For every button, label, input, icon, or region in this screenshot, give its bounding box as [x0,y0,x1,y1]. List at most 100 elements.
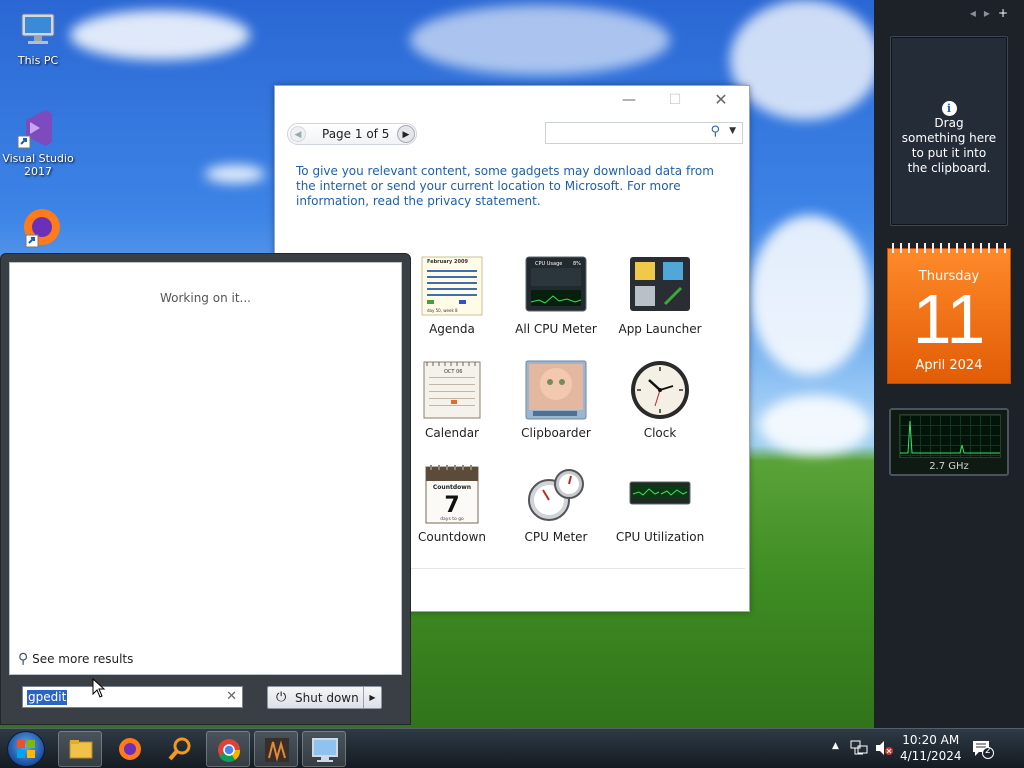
clock-icon [629,360,691,420]
notification-count: 2 [985,746,991,756]
gadget-app-launcher[interactable]: App Launcher [610,256,710,336]
divider [411,568,745,569]
gadget-label: Clock [643,426,677,440]
cloud [410,5,670,75]
app-launcher-icon [629,256,691,316]
gadget-cpu-utilization[interactable]: CPU Utilization [610,464,710,544]
cpu-frequency: 2.7 GHz [929,461,969,472]
cpu-meter-icon: CPU Usage 8% [525,256,587,316]
start-search-box[interactable]: gpedit ✕ [22,686,243,708]
minimize-button[interactable]: — [619,92,639,108]
gadget-calendar[interactable]: OCT 06 Calendar [402,360,502,440]
gadget-clock[interactable]: Clock [610,360,710,440]
desktop-icon-visual-studio[interactable]: Visual Studio 2017 [0,106,76,178]
maximize-button: ☐ [668,92,682,108]
desktop-icon-this-pc[interactable]: This PC [0,8,76,67]
clock[interactable]: 10:20 AM 4/11/2024 [900,732,962,764]
show-hidden-icons-button[interactable]: ▲ [832,741,839,751]
network-icon[interactable] [850,740,868,756]
gadget-label: Countdown [417,530,486,544]
clock-date: 4/11/2024 [900,749,962,763]
chrome-icon [218,739,241,762]
start-button[interactable] [7,731,45,767]
windows-logo-icon [17,740,35,758]
taskbar-search[interactable] [158,731,202,767]
power-icon: ⏻ [276,690,287,705]
search-icon: ⚲ [18,651,29,667]
cloud [205,165,265,183]
gadget-all-cpu-meter[interactable]: CPU Usage 8% All CPU Meter [506,256,606,336]
privacy-notice[interactable]: To give you relevant content, some gadge… [296,164,726,209]
countdown-thumb-days: 7 [444,493,459,518]
calendar-month-year: April 2024 [915,358,983,373]
calendar-icon: OCT 06 [421,360,483,420]
calendar-rings [892,243,1006,253]
taskbar-app[interactable] [254,731,298,767]
gadget-label: CPU Utilization [615,530,705,544]
gadget-countdown[interactable]: Countdown 7 days to go Countdown [402,464,502,544]
gadget-label: Clipboarder [521,426,591,440]
agenda-thumb-week: day 50, week 8 [427,308,458,313]
cpu-gauge-icon [525,464,587,524]
see-more-results-link[interactable]: ⚲ See more results [18,651,133,667]
volume-muted-icon[interactable] [874,740,894,756]
see-more-label: See more results [32,652,134,666]
clipboard-gadget[interactable]: i Drag something here to put it into the… [890,36,1008,226]
taskbar-desktop-gadgets[interactable] [302,731,346,767]
calendar-gadget[interactable]: Thursday 11 April 2024 [887,243,1011,384]
sidebar-nav: ◂▸+ [970,6,1016,20]
clipboard-hint: Drag something here to put it into the c… [901,116,997,175]
chevron-left-icon[interactable]: ◂ [970,6,984,20]
clear-search-icon[interactable]: ✕ [226,689,237,704]
gadget-search-box[interactable]: ⚲ ▼ [545,122,743,144]
cpu-utilization-icon [629,464,691,524]
search-results-pane: Working on it... ⚲ See more results [9,262,402,675]
cpu-graph [899,414,1001,458]
search-input[interactable]: gpedit [27,690,68,705]
taskbar-firefox[interactable] [108,731,152,767]
agenda-icon: February 2009 day 50, week 8 [421,256,483,316]
gadget-label: CPU Meter [524,530,588,544]
gadget-cpu-meter[interactable]: CPU Meter [506,464,606,544]
cloud [760,395,870,455]
mouse-cursor [92,678,106,698]
gadget-label: App Launcher [618,322,702,336]
gadget-label: All CPU Meter [515,322,597,336]
clipboarder-icon [525,360,587,420]
countdown-thumb-caption: days to go [440,516,464,522]
close-button[interactable]: ✕ [711,92,731,108]
app-icon [265,738,289,762]
taskbar-chrome[interactable] [206,731,250,767]
next-page-button[interactable]: ▶ [397,125,415,143]
start-menu: Working on it... ⚲ See more results gped… [0,253,411,725]
action-center-button[interactable]: 2 [972,739,994,759]
page-label: Page 1 of 5 [322,127,390,141]
cpu-thumb-title: CPU Usage [535,261,562,267]
gadget-label: Agenda [429,322,475,336]
monitor-icon [312,738,338,762]
taskbar: ▲ 10:20 AM 4/11/2024 2 [0,728,1024,768]
chevron-down-icon[interactable]: ▼ [729,126,736,136]
countdown-icon: Countdown 7 days to go [421,464,483,524]
taskbar-file-explorer[interactable] [58,731,102,767]
cpu-graph-gadget[interactable]: 2.7 GHz [889,408,1009,476]
clock-time: 10:20 AM [902,733,960,747]
search-icon[interactable]: ⚲ [710,124,720,139]
cloud [750,215,870,375]
desktop-icon-firefox[interactable] [0,205,76,251]
add-gadget-icon[interactable]: + [998,6,1016,20]
shutdown-button[interactable]: ⏻ Shut down ▶ [267,686,382,709]
firefox-icon [119,738,141,760]
gadget-sidebar: ◂▸+ i Drag something here to put it into… [874,0,1024,728]
computer-icon [16,8,60,52]
folder-icon [69,740,93,759]
previous-page-button[interactable]: ◀ [290,126,306,142]
gadget-clipboarder[interactable]: Clipboarder [506,360,606,440]
calendar-day: 11 [912,280,986,358]
search-icon [168,737,191,761]
shutdown-options-arrow[interactable]: ▶ [363,687,381,708]
gadget-agenda[interactable]: February 2009 day 50, week 8 Agenda [402,256,502,336]
shutdown-label: Shut down [295,691,359,705]
chevron-right-icon[interactable]: ▸ [984,6,998,20]
page-navigator: ◀ Page 1 of 5 ▶ [287,123,417,145]
